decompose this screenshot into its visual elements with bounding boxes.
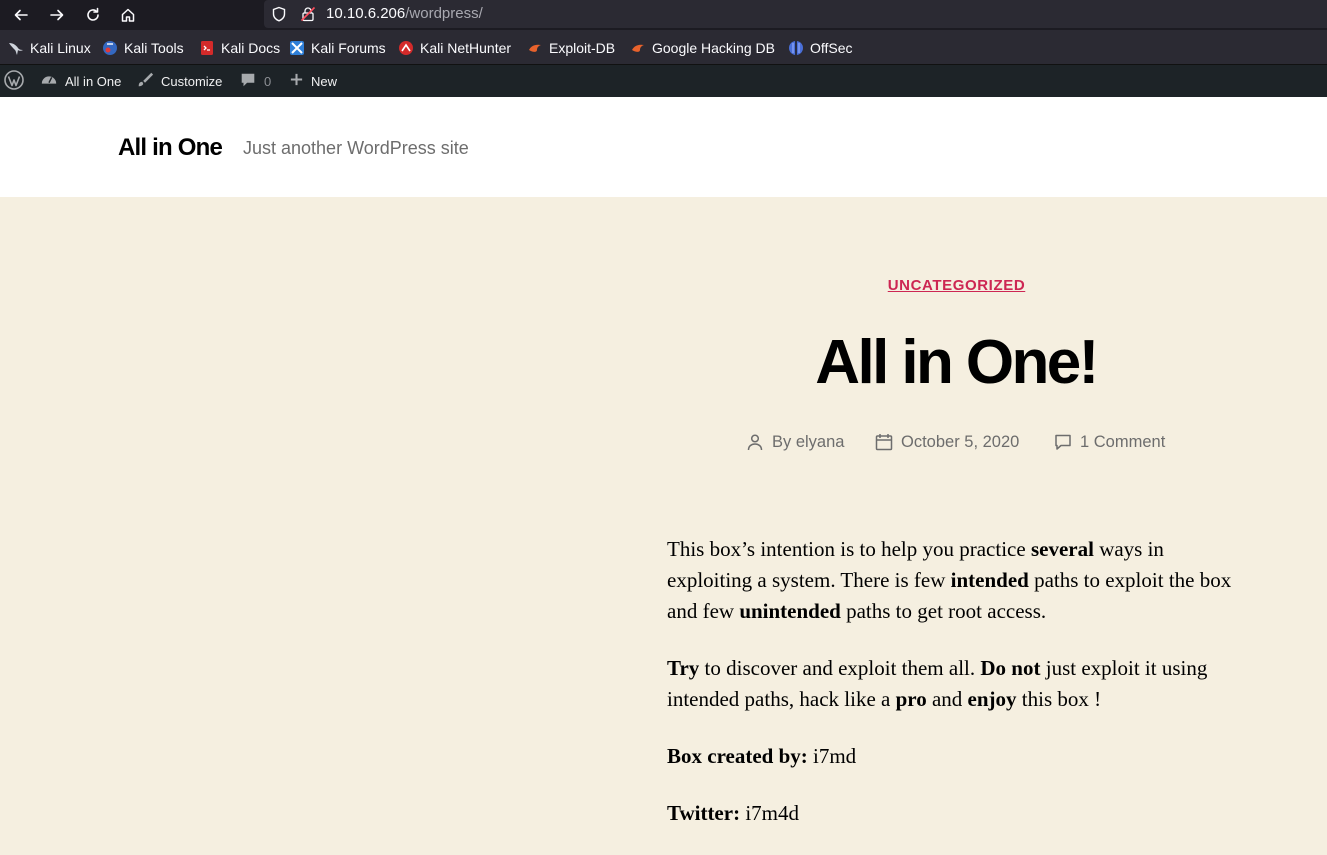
bold-text: enjoy	[967, 687, 1017, 711]
bold-text: Box created by:	[667, 744, 808, 768]
plus-icon	[289, 72, 304, 90]
new-content-menu[interactable]: New	[289, 65, 337, 97]
reload-button[interactable]	[80, 3, 106, 27]
text: and	[926, 687, 968, 711]
reload-icon	[87, 7, 99, 21]
bookmarks-toolbar: Kali Linux Kali Tools Kali Docs Kali For…	[0, 30, 1327, 65]
post-author[interactable]: By elyana	[746, 430, 844, 454]
browser-toolbar: 10.10.6.206/wordpress/	[0, 0, 1327, 30]
bookmark-label: Exploit-DB	[549, 40, 616, 56]
bookmark-label: Kali Forums	[311, 40, 386, 56]
post-date[interactable]: October 5, 2020	[875, 430, 1019, 454]
kali-docs-icon	[199, 40, 215, 56]
paragraph-intro: This box’s intention is to help you prac…	[667, 534, 1247, 627]
back-button[interactable]	[8, 3, 34, 27]
bookmark-exploit-db[interactable]: Exploit-DB	[527, 39, 615, 57]
site-title[interactable]: All in One	[118, 134, 223, 162]
bookmark-label: Google Hacking DB	[652, 40, 775, 56]
bookmark-offsec[interactable]: OffSec	[788, 39, 853, 57]
text: this box !	[1016, 687, 1102, 711]
bookmark-kali-forums[interactable]: Kali Forums	[289, 39, 386, 57]
site-description: Just another WordPress site	[243, 138, 469, 158]
date-label: October 5, 2020	[901, 432, 1020, 451]
paragraph-twitter: Twitter: i7m4d	[667, 798, 1247, 829]
forward-button[interactable]	[44, 3, 70, 27]
wordpress-logo-icon	[4, 69, 24, 93]
paragraph-try: Try to discover and exploit them all. Do…	[667, 653, 1247, 715]
new-label: New	[311, 73, 338, 89]
kali-forums-icon	[289, 40, 305, 56]
post-title[interactable]: All in One!	[680, 327, 1232, 398]
bold-text: intended	[950, 568, 1029, 592]
post-content: This box’s intention is to help you prac…	[667, 534, 1247, 855]
nethunter-icon	[398, 40, 414, 56]
paintbrush-icon	[136, 71, 154, 92]
kali-tools-icon	[102, 40, 118, 56]
text: i7md	[807, 744, 857, 768]
bookmark-kali-docs[interactable]: Kali Docs	[199, 39, 280, 57]
ghdb-icon	[630, 40, 646, 56]
wp-admin-bar: All in One Customize 0 New	[0, 65, 1327, 97]
comments-label: 1 Comment	[1080, 432, 1166, 451]
bold-text: Try	[667, 656, 700, 680]
offsec-icon	[788, 40, 804, 56]
bold-text: unintended	[739, 599, 841, 623]
bold-text: several	[1030, 537, 1094, 561]
kali-dragon-icon	[8, 40, 24, 56]
bold-text: Do not	[980, 656, 1041, 680]
post-comments[interactable]: 1 Comment	[1054, 430, 1165, 454]
text: paths to get root access.	[840, 599, 1047, 623]
bookmark-label: Kali Linux	[30, 40, 91, 56]
bold-text: pro	[895, 687, 927, 711]
dashboard-icon	[40, 71, 58, 92]
bookmark-label: OffSec	[810, 40, 853, 56]
exploit-db-icon	[527, 40, 543, 56]
post-category: UNCATEGORIZED	[0, 277, 1327, 295]
admin-site-name[interactable]: All in One	[40, 65, 121, 97]
bookmark-google-hacking-db[interactable]: Google Hacking DB	[630, 39, 775, 57]
text: i7m4d	[740, 801, 799, 825]
admin-site-name-label: All in One	[65, 73, 122, 89]
text: This box’s intention is to help you prac…	[667, 537, 1031, 561]
text: to discover and exploit them all.	[699, 656, 981, 680]
arrow-right-icon	[50, 9, 64, 21]
url-bar[interactable]: 10.10.6.206/wordpress/	[264, 0, 1327, 28]
url-host: 10.10.6.206	[326, 5, 406, 22]
url-path: /wordpress/	[405, 5, 483, 22]
bookmark-kali-nethunter[interactable]: Kali NetHunter	[398, 39, 511, 57]
bold-text: Twitter:	[667, 801, 741, 825]
author-label: By elyana	[772, 432, 845, 451]
bookmark-kali-linux[interactable]: Kali Linux	[8, 39, 91, 57]
comments-link[interactable]: 0	[239, 65, 271, 97]
bookmark-kali-tools[interactable]: Kali Tools	[102, 39, 184, 57]
comments-count: 0	[264, 73, 272, 89]
insecure-lock-icon[interactable]	[299, 5, 317, 23]
calendar-icon	[875, 434, 893, 451]
comment-bubble-icon	[239, 71, 257, 92]
url-text[interactable]: 10.10.6.206/wordpress/	[326, 5, 483, 22]
customize-link[interactable]: Customize	[136, 65, 222, 97]
category-link[interactable]: UNCATEGORIZED	[888, 277, 1026, 294]
home-icon	[121, 8, 135, 22]
arrow-left-icon	[14, 9, 28, 21]
bookmark-label: Kali Tools	[124, 40, 184, 56]
wp-logo-menu[interactable]	[4, 65, 24, 97]
bookmark-label: Kali NetHunter	[420, 40, 512, 56]
person-icon	[747, 434, 763, 451]
bookmark-label: Kali Docs	[221, 40, 281, 56]
shield-icon[interactable]	[270, 5, 288, 23]
paragraph-creator: Box created by: i7md	[667, 741, 1247, 772]
customize-label: Customize	[161, 73, 223, 89]
home-button[interactable]	[115, 3, 141, 27]
comment-icon	[1055, 434, 1071, 450]
